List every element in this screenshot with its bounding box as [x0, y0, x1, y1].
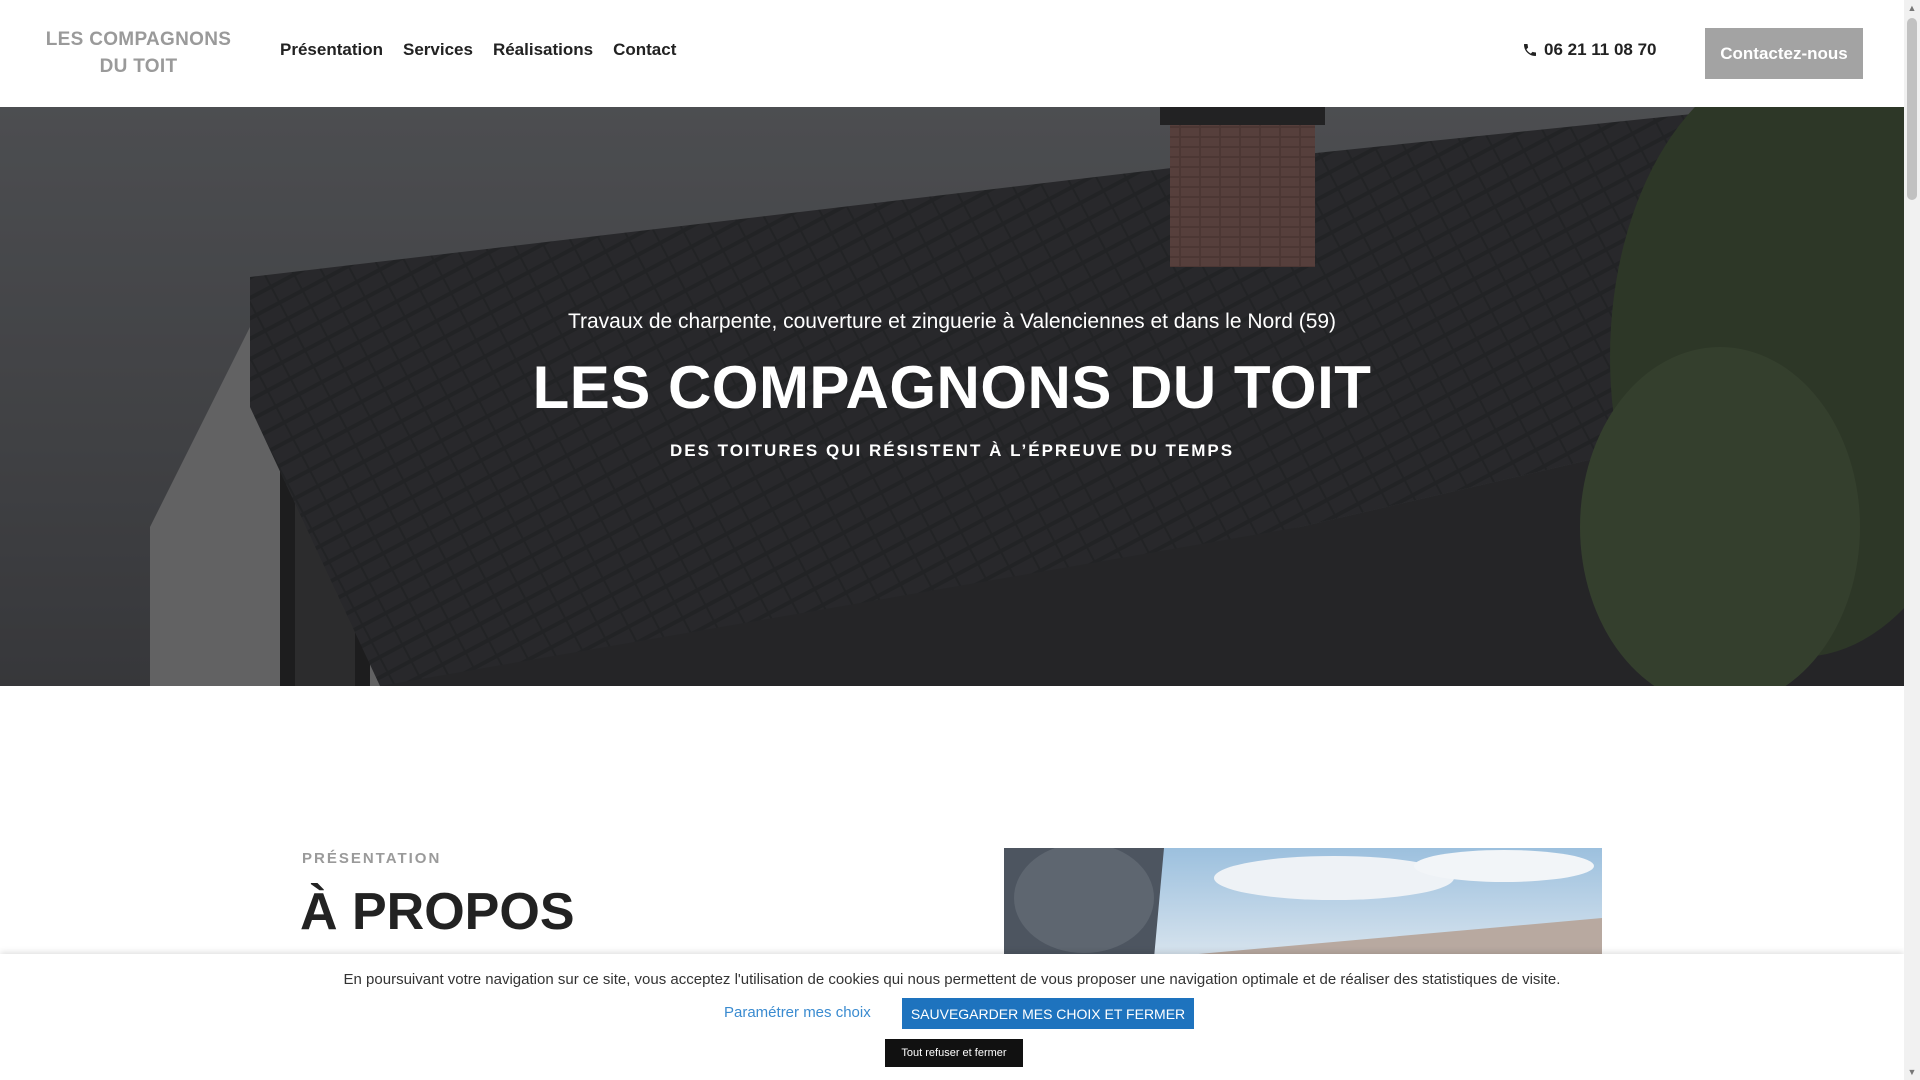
- hero-tagline: DES TOITURES QUI RÉSISTENT À L’ÉPREUVE D…: [669, 441, 1235, 460]
- section-title: À PROPOS: [300, 883, 575, 941]
- page-scrollbar[interactable]: ▲ ▼: [1904, 0, 1920, 1080]
- scrollbar-thumb[interactable]: [1907, 18, 1917, 200]
- nav-item-realisations[interactable]: Réalisations: [493, 40, 593, 60]
- site-header: LES COMPAGNONS DU TOIT Présentation Serv…: [0, 0, 1904, 107]
- cookie-message: En poursuivant votre navigation sur ce s…: [343, 971, 1561, 988]
- hero-subtitle: Travaux de charpente, couverture et zing…: [567, 310, 1337, 333]
- contact-us-button[interactable]: Contactez-nous: [1705, 28, 1863, 79]
- phone-icon: [1524, 44, 1536, 56]
- nav-item-presentation[interactable]: Présentation: [280, 40, 383, 60]
- phone-number: 06 21 11 08 70: [1544, 40, 1657, 59]
- logo-line-1: LES COMPAGNONS: [45, 29, 232, 50]
- refuse-all-button[interactable]: Tout refuser et fermer: [885, 1039, 1023, 1067]
- logo-line-2: DU TOIT: [99, 56, 178, 77]
- save-and-close-button[interactable]: SAUVEGARDER MES CHOIX ET FERMER: [902, 998, 1194, 1029]
- scroll-up-icon[interactable]: ▲: [1904, 0, 1920, 16]
- hero-banner: Travaux de charpente, couverture et zing…: [0, 107, 1904, 686]
- phone-link[interactable]: 06 21 11 08 70: [1522, 40, 1657, 60]
- nav-item-contact[interactable]: Contact: [613, 40, 676, 60]
- main-nav: Présentation Services Réalisations Conta…: [280, 40, 676, 60]
- hero-title: LES COMPAGNONS DU TOIT: [532, 354, 1372, 421]
- about-image: [1004, 848, 1602, 958]
- scroll-down-icon[interactable]: ▼: [1904, 1064, 1920, 1080]
- site-logo[interactable]: LES COMPAGNONS DU TOIT: [36, 26, 241, 80]
- nav-item-services[interactable]: Services: [403, 40, 473, 60]
- cookie-settings-link[interactable]: Paramétrer mes choix: [724, 1004, 871, 1021]
- section-label: PRÉSENTATION: [302, 850, 442, 867]
- cookie-banner: En poursuivant votre navigation sur ce s…: [0, 954, 1904, 1080]
